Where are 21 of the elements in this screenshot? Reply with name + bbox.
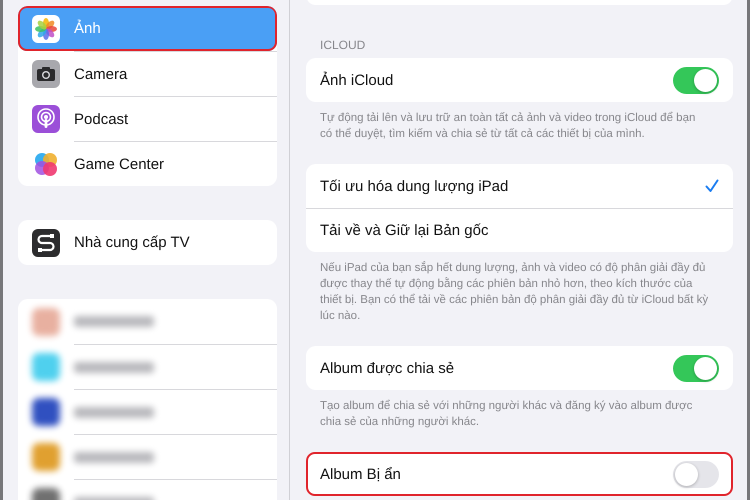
section-footer: Tự động tải lên và lưu trữ an toàn tất cả ảnh và video trong iCloud để bạn có thể duyệt, tìm kiếm và chia sẻ từ tất cả các thiết bị của mình. [306,102,733,142]
toggle-switch[interactable] [673,354,719,382]
camera-icon [32,60,60,88]
sidebar-item[interactable]: Game Center [18,141,277,186]
row-label: Album Bị ẩn [320,466,402,482]
row-label: Album được chia sẻ [320,360,456,376]
option-row[interactable]: Tối ưu hóa dung lượng iPad [306,164,733,208]
checkmark-icon [705,179,719,193]
podcast-icon [32,104,60,132]
section-footer: Nếu iPad của bạn sắp hết dung lượng, ảnh và video có độ phân giải đầy đủ được thay thế tự động bằng các phiên bản nhỏ hơn, theo kích thước của thiết bị. Bạn có thể tải về các phiên bản độ phân giải đầy đủ từ iCloud bất kỳ lúc nào. [306,252,733,324]
row-label: Ảnh iCloud [320,72,394,88]
sidebar-item[interactable]: Camera [18,51,277,96]
section-footer: Tạo album để chia sẻ với những người khác và đăng ký vào album được chia sẻ của những người khác. [306,390,733,430]
sidebar-item[interactable]: Podcast [18,96,277,141]
sidebar-item[interactable]: Nhà cung cấp TV [18,220,277,265]
option-row[interactable]: Tải về và Giữ lại Bản gốc [306,208,733,252]
section-header: ICLOUD [319,38,366,54]
toggle-switch[interactable] [673,460,719,488]
cable-icon [32,228,60,256]
flower-icon [32,14,60,42]
toggle-switch[interactable] [673,66,719,94]
